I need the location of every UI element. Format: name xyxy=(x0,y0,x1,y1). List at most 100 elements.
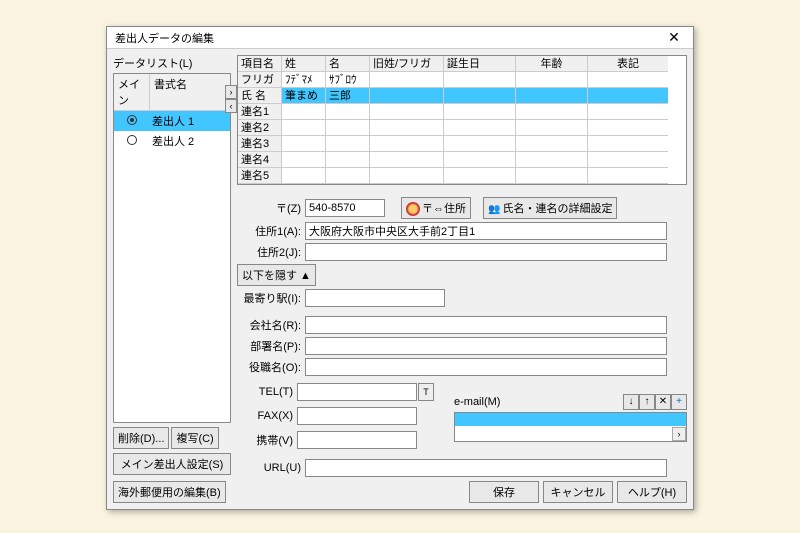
delete-button[interactable]: 削除(D)... xyxy=(113,427,169,449)
name-table-cell-nota[interactable] xyxy=(588,152,668,168)
station-input[interactable] xyxy=(305,289,445,307)
right-pane: › ‹ 項目名 姓 名 旧姓/フリガナ 誕生日 年齢 表記 フリガナﾌﾃﾞﾏﾒｻ… xyxy=(237,55,687,477)
name-table-cell-bday[interactable] xyxy=(444,136,516,152)
name-table-row[interactable]: 連名2 xyxy=(238,120,686,136)
name-table-cell-age[interactable] xyxy=(516,104,588,120)
email-up-icon[interactable]: ↑ xyxy=(639,394,655,410)
name-table-cell-age[interactable] xyxy=(516,88,588,104)
name-table-cell-nota[interactable] xyxy=(588,72,668,88)
fax-input[interactable] xyxy=(297,407,417,425)
copy-button[interactable]: 複写(C) xyxy=(171,427,218,449)
name-table-cell-sei[interactable] xyxy=(282,152,326,168)
hide-below-button[interactable]: 以下を隠す ▲ xyxy=(237,264,316,286)
name-table-cell-old[interactable] xyxy=(370,72,444,88)
title-input[interactable] xyxy=(305,358,667,376)
name-table-cell-nota[interactable] xyxy=(588,120,668,136)
name-table-row[interactable]: 連名1 xyxy=(238,104,686,120)
name-table-cell-bday[interactable] xyxy=(444,152,516,168)
tel-input[interactable] xyxy=(297,383,417,401)
email-panel: e-mail(M) ↓ ↑ ✕ + › xyxy=(454,394,687,442)
name-table-row[interactable]: フリガナﾌﾃﾞﾏﾒｻﾌﾞﾛｳ xyxy=(238,72,686,88)
email-add-icon[interactable]: + xyxy=(671,394,687,410)
name-table-cell-sei[interactable] xyxy=(282,104,326,120)
name-table-cell-mei[interactable] xyxy=(326,152,370,168)
name-table-cell-age[interactable] xyxy=(516,72,588,88)
email-item[interactable] xyxy=(455,413,686,426)
mobile-input[interactable] xyxy=(297,431,417,449)
name-table-cell-bday[interactable] xyxy=(444,72,516,88)
zip-to-address-button[interactable]: 〒⇔住所 xyxy=(401,197,471,219)
main-sender-setting-button[interactable]: メイン差出人設定(S) xyxy=(113,453,231,475)
url-input[interactable] xyxy=(305,459,667,477)
overseas-edit-button[interactable]: 海外郵便用の編集(B) xyxy=(113,481,226,503)
scroll-right-icon[interactable]: › xyxy=(672,427,686,441)
name-table-cell-old[interactable] xyxy=(370,120,444,136)
name-table-row[interactable]: 連名4 xyxy=(238,152,686,168)
datalist-row[interactable]: 差出人 1 xyxy=(114,111,230,131)
mobile-label: 携帯(V) xyxy=(237,432,297,448)
name-table-cell-sei[interactable] xyxy=(282,120,326,136)
name-table-cell-old[interactable] xyxy=(370,136,444,152)
phone-type-icon[interactable]: T xyxy=(418,383,434,401)
name-table-cell-mei[interactable] xyxy=(326,120,370,136)
addr1-input[interactable] xyxy=(305,222,667,240)
datalist-row[interactable]: 差出人 2 xyxy=(114,131,230,151)
name-table-cell-old[interactable] xyxy=(370,88,444,104)
name-table-cell-age[interactable] xyxy=(516,136,588,152)
name-table-cell-mei[interactable] xyxy=(326,104,370,120)
name-table-cell-nota[interactable] xyxy=(588,104,668,120)
name-table-cell-sei[interactable] xyxy=(282,136,326,152)
name-table-cell-nota[interactable] xyxy=(588,168,668,184)
datalist-panel: データリスト(L) メイン 書式名 差出人 1 差出人 2 削除(D)... 複… xyxy=(113,55,231,475)
name-table-cell-age[interactable] xyxy=(516,152,588,168)
name-table-cell-bday[interactable] xyxy=(444,104,516,120)
name-table-cell-bday[interactable] xyxy=(444,120,516,136)
name-table-cell-bday[interactable] xyxy=(444,168,516,184)
dept-input[interactable] xyxy=(305,337,667,355)
addr2-input[interactable] xyxy=(305,243,667,261)
name-table-cell-item: 氏 名 xyxy=(238,88,282,104)
nav-arrows: › ‹ xyxy=(225,85,237,113)
name-table: 項目名 姓 名 旧姓/フリガナ 誕生日 年齢 表記 フリガナﾌﾃﾞﾏﾒｻﾌﾞﾛｳ… xyxy=(237,55,687,185)
name-table-cell-old[interactable] xyxy=(370,168,444,184)
nav-right-icon[interactable]: › xyxy=(225,85,237,99)
name-table-cell-item: 連名1 xyxy=(238,104,282,120)
name-table-cell-sei[interactable] xyxy=(282,168,326,184)
email-list[interactable]: › xyxy=(454,412,687,442)
name-table-cell-old[interactable] xyxy=(370,152,444,168)
name-table-cell-mei[interactable] xyxy=(326,136,370,152)
name-table-cell-age[interactable] xyxy=(516,120,588,136)
name-table-cell-item: 連名4 xyxy=(238,152,282,168)
email-down-icon[interactable]: ↓ xyxy=(623,394,639,410)
name-table-cell-age[interactable] xyxy=(516,168,588,184)
name-detail-button[interactable]: 氏名・連名の詳細設定 xyxy=(483,197,617,219)
name-table-cell-old[interactable] xyxy=(370,104,444,120)
name-table-row[interactable]: 氏 名筆まめ三郎 xyxy=(238,88,686,104)
name-table-row[interactable]: 連名3 xyxy=(238,136,686,152)
name-table-cell-mei[interactable]: 三郎 xyxy=(326,88,370,104)
name-table-row[interactable]: 連名5 xyxy=(238,168,686,184)
name-table-cell-mei[interactable] xyxy=(326,168,370,184)
name-table-cell-sei[interactable]: 筆まめ xyxy=(282,88,326,104)
zip-label: 〒(Z) xyxy=(237,200,305,216)
email-delete-icon[interactable]: ✕ xyxy=(655,394,671,410)
nav-left-icon[interactable]: ‹ xyxy=(225,99,237,113)
cancel-button[interactable]: キャンセル xyxy=(543,481,613,503)
name-table-cell-bday[interactable] xyxy=(444,88,516,104)
titlebar: 差出人データの編集 ✕ xyxy=(107,27,693,49)
col-old: 旧姓/フリガナ xyxy=(370,56,444,72)
help-button[interactable]: ヘルプ(H) xyxy=(617,481,687,503)
save-button[interactable]: 保存 xyxy=(469,481,539,503)
datalist-col-name: 書式名 xyxy=(150,74,230,110)
name-table-cell-sei[interactable]: ﾌﾃﾞﾏﾒ xyxy=(282,72,326,88)
company-input[interactable] xyxy=(305,316,667,334)
name-table-cell-nota[interactable] xyxy=(588,88,668,104)
bottom-buttons: 保存 キャンセル ヘルプ(H) xyxy=(469,481,687,503)
zip-input[interactable] xyxy=(305,199,385,217)
radio-icon[interactable] xyxy=(114,135,150,148)
close-icon[interactable]: ✕ xyxy=(659,29,689,47)
datalist-col-main: メイン xyxy=(114,74,150,110)
radio-icon[interactable] xyxy=(114,115,150,128)
name-table-cell-nota[interactable] xyxy=(588,136,668,152)
name-table-cell-mei[interactable]: ｻﾌﾞﾛｳ xyxy=(326,72,370,88)
